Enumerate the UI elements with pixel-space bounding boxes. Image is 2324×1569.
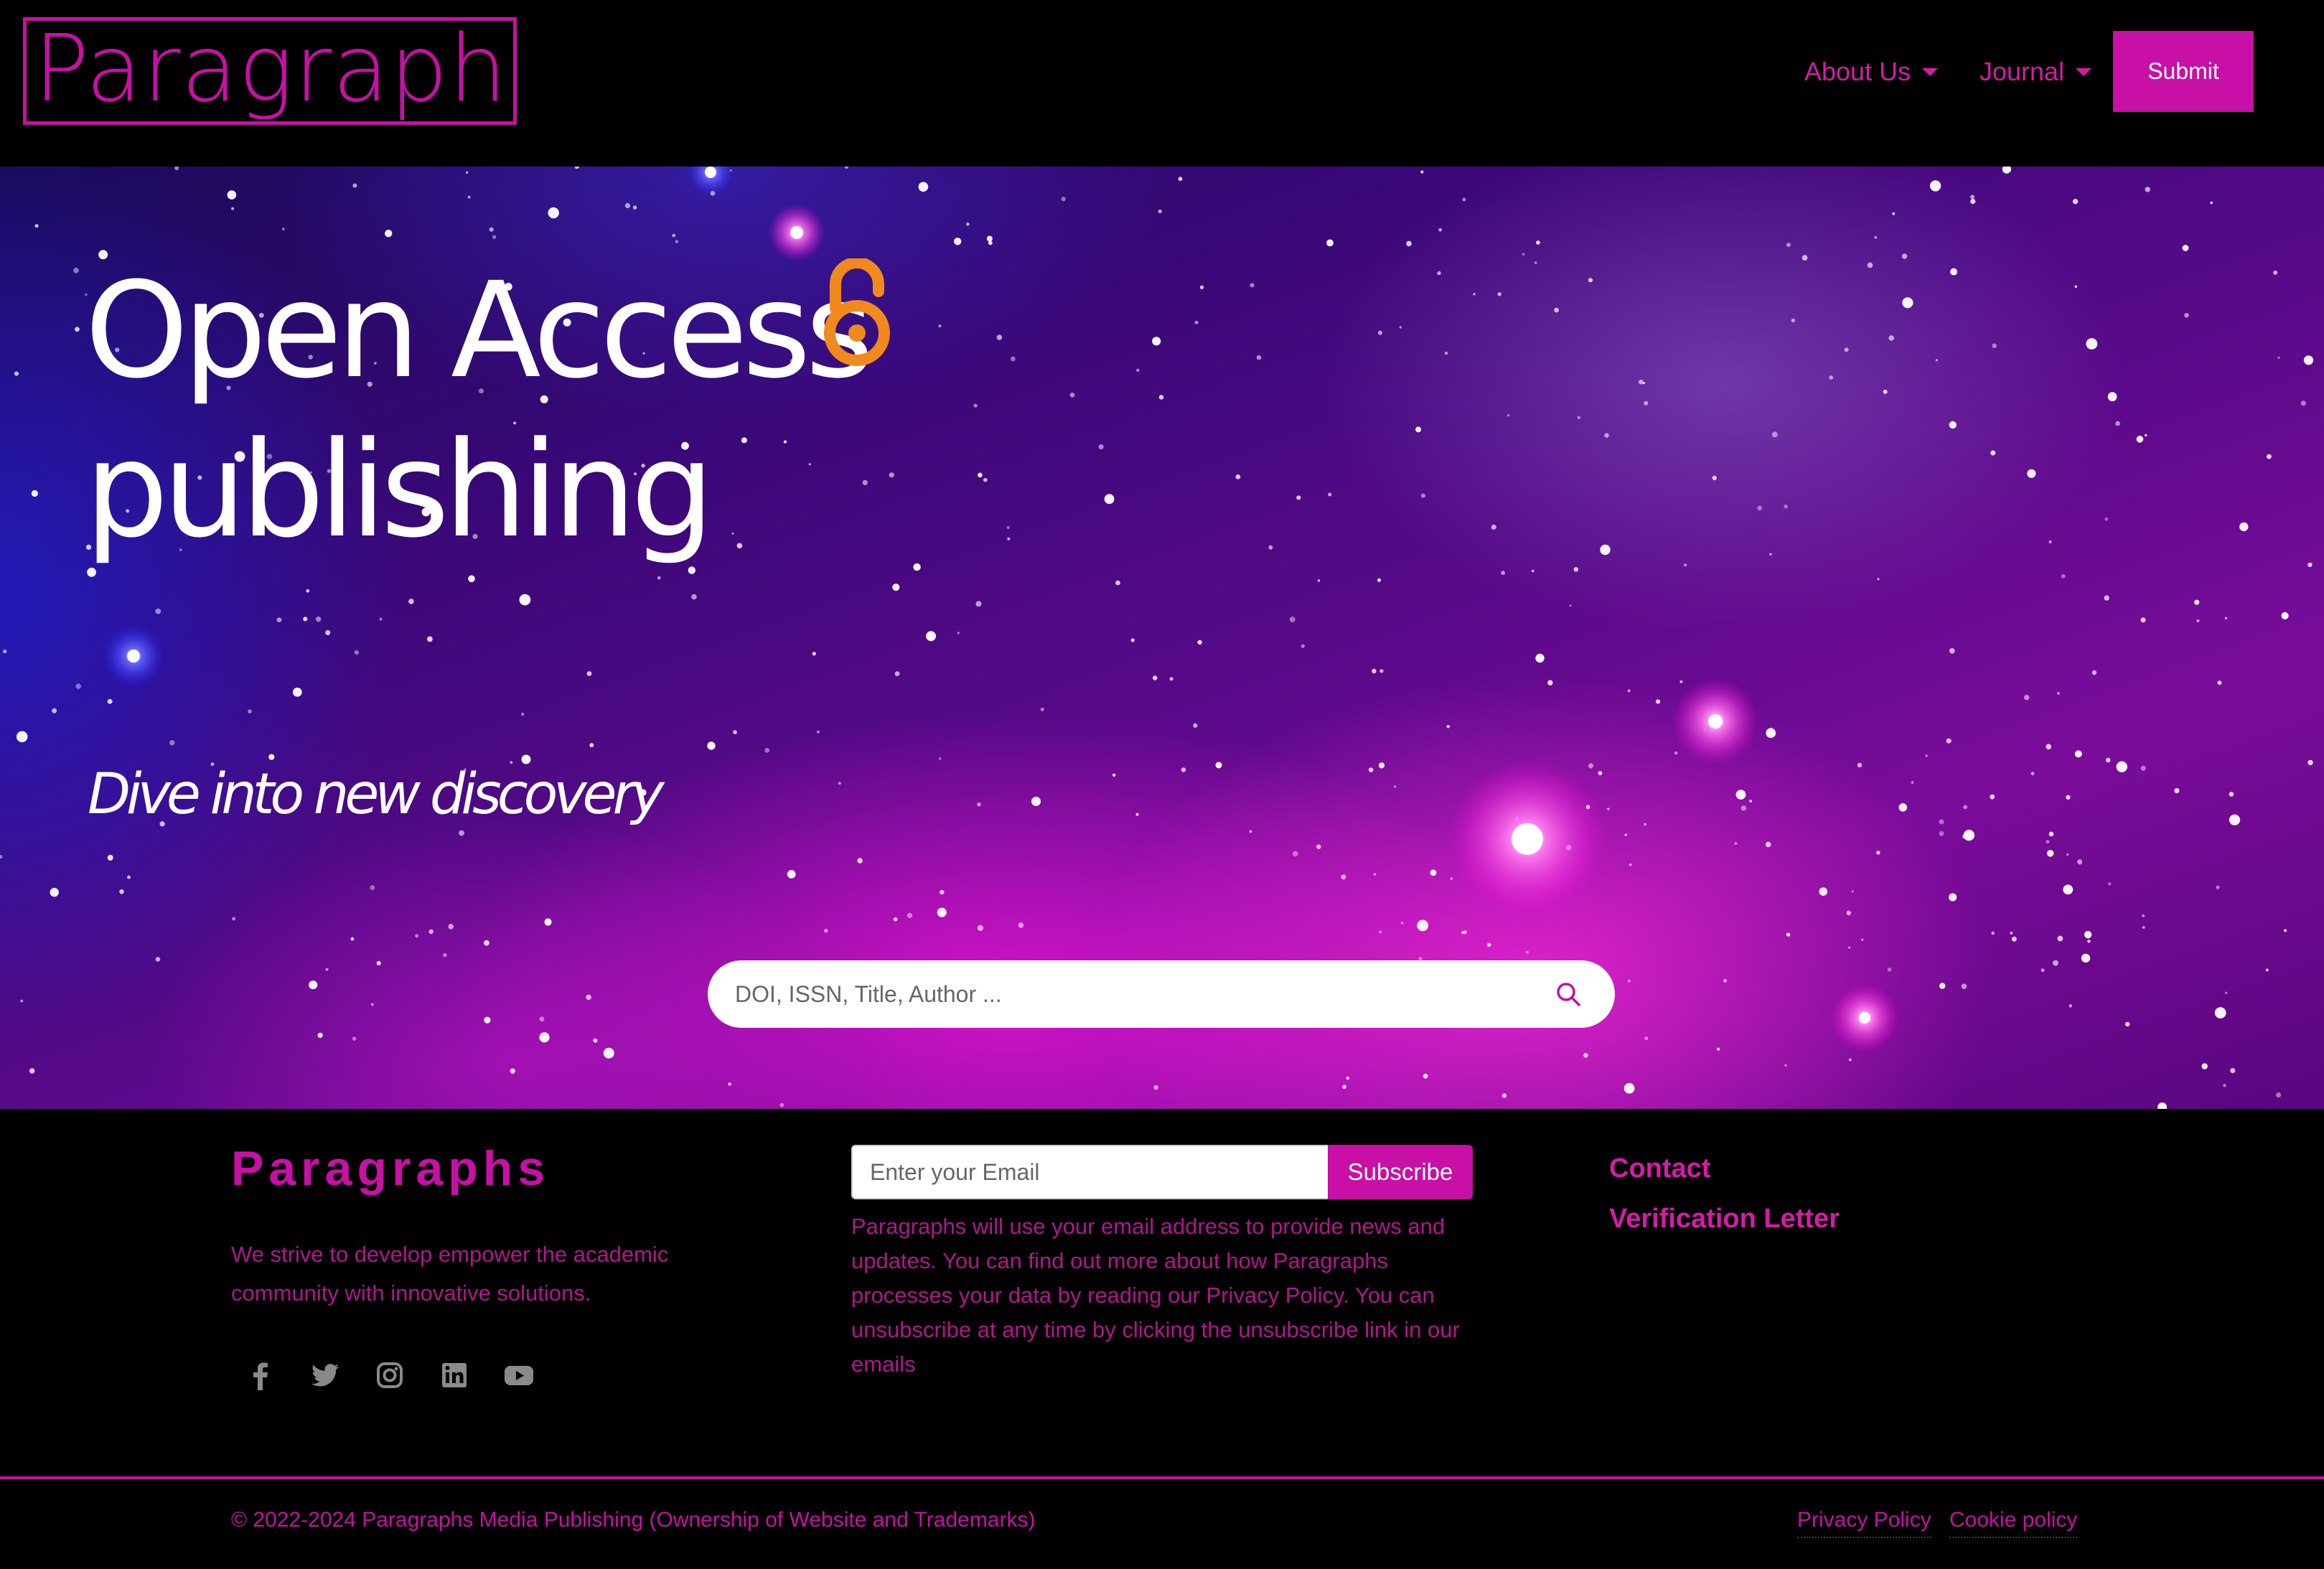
email-field[interactable] (851, 1145, 1328, 1199)
open-access-lock-icon (824, 258, 890, 366)
cookie-policy-link[interactable]: Cookie policy (1949, 1508, 2078, 1538)
nav-journal[interactable]: Journal (1979, 53, 2092, 90)
hero-subtitle: Dive into new discovery (88, 762, 665, 827)
site-header: ParagraphS About Us Journal Submit (0, 0, 2324, 167)
newsletter-form: Subscribe (851, 1145, 1473, 1199)
hero-banner: Open Access publishing Dive into new dis… (0, 167, 2324, 1109)
hero-title: Open Access publishing (85, 251, 874, 570)
subscribe-button[interactable]: Subscribe (1328, 1145, 1473, 1199)
nav-about-us-label: About Us (1804, 57, 1911, 86)
nav-journal-label: Journal (1979, 57, 2065, 86)
footer-link-contact[interactable]: Contact (1609, 1153, 1710, 1184)
instagram-icon[interactable] (373, 1359, 406, 1392)
youtube-icon[interactable] (502, 1359, 535, 1392)
chevron-down-icon (2076, 67, 2092, 76)
site-footer: Paragraphs We strive to develop empower … (0, 1109, 2324, 1569)
facebook-icon[interactable] (244, 1359, 277, 1392)
footer-brand: Paragraphs (231, 1141, 550, 1196)
linkedin-icon[interactable] (438, 1359, 471, 1392)
submit-button[interactable]: Submit (2113, 31, 2254, 112)
chevron-down-icon (1922, 67, 1939, 76)
site-logo[interactable]: ParagraphS (23, 17, 517, 125)
footer-link-verification-letter[interactable]: Verification Letter (1609, 1204, 1840, 1235)
footer-divider (0, 1476, 2324, 1479)
twitter-icon[interactable] (309, 1359, 342, 1392)
privacy-policy-link[interactable]: Privacy Policy (1797, 1508, 1931, 1538)
hero-title-line1: Open Access (85, 254, 874, 408)
social-links (244, 1359, 535, 1392)
privacy-note: Paragraphs will use your email address t… (851, 1214, 1460, 1377)
search-icon[interactable] (1555, 980, 1582, 1008)
search-input[interactable] (735, 960, 1524, 1028)
footer-description: We strive to develop empower the academi… (231, 1242, 669, 1306)
copyright-text: © 2022-2024 Paragraphs Media Publishing … (231, 1508, 1036, 1532)
search-bar (708, 960, 1615, 1028)
hero-title-line2: publishing (85, 413, 714, 567)
nav-about-us[interactable]: About Us (1804, 53, 1939, 90)
